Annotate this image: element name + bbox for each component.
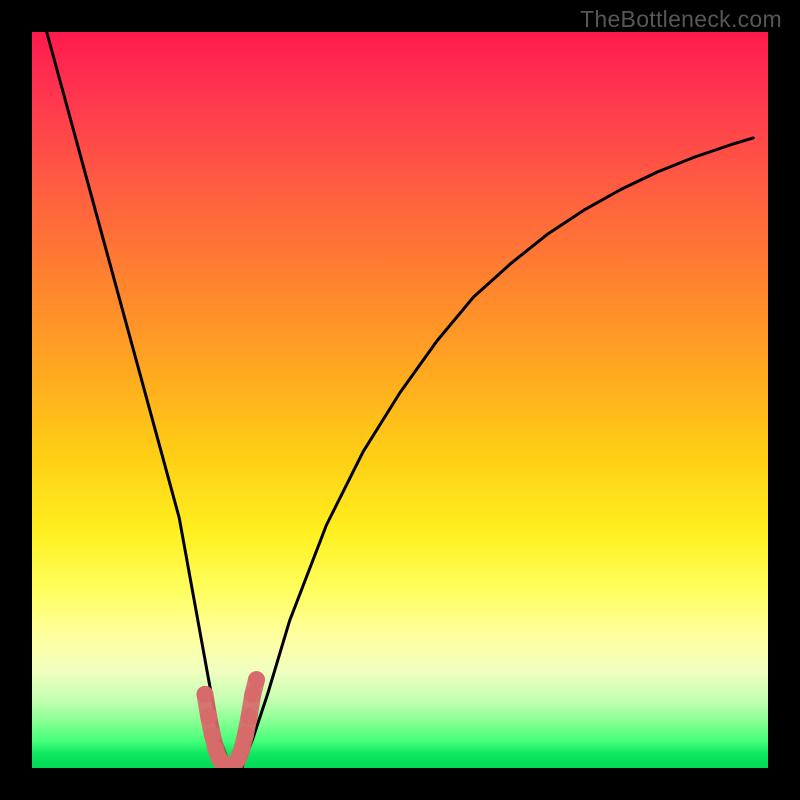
valley-marker (196, 671, 265, 768)
chart-frame: TheBottleneck.com (0, 0, 800, 800)
chart-svg (32, 32, 768, 768)
bottleneck-curve (47, 32, 754, 768)
watermark-text: TheBottleneck.com (580, 6, 782, 33)
plot-area (32, 32, 768, 768)
